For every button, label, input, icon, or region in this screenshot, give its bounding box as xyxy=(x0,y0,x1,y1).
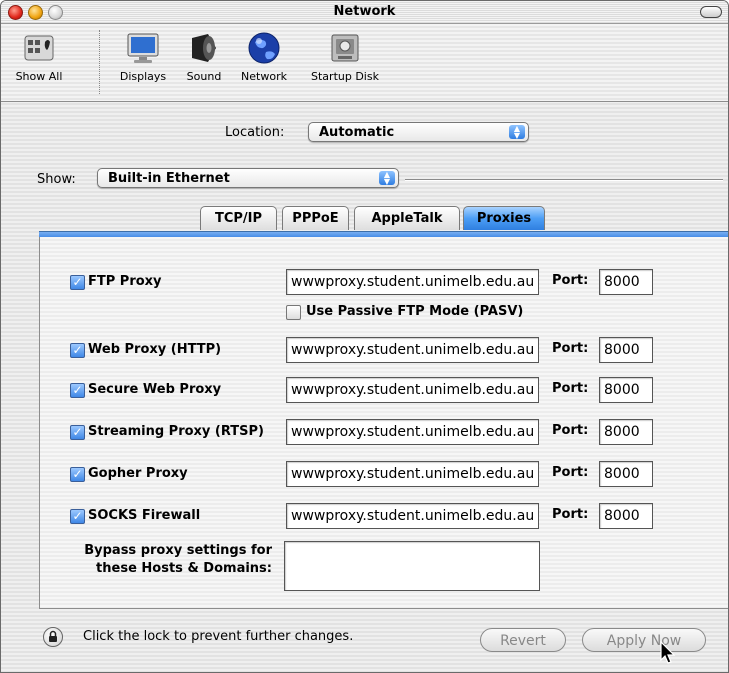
streaming-proxy-port-field[interactable]: 8000 xyxy=(599,419,653,445)
tab-label: AppleTalk xyxy=(371,211,443,226)
secure-web-proxy-checkbox[interactable]: ✓ xyxy=(70,383,85,398)
ftp-proxy-checkbox[interactable]: ✓ xyxy=(70,275,85,290)
toolbar-label: Startup Disk xyxy=(311,70,379,83)
web-proxy-host-field[interactable]: wwwproxy.student.unimelb.edu.au xyxy=(286,337,539,363)
toolbar: Show All Displays Sound Network Startup … xyxy=(1,24,728,102)
bypass-label: Bypass proxy settings for these Hosts & … xyxy=(40,542,272,578)
ftp-proxy-label: FTP Proxy xyxy=(88,274,162,289)
window-title: Network xyxy=(333,4,396,19)
port-label: Port: xyxy=(552,273,589,288)
port-label: Port: xyxy=(552,381,589,396)
ftp-proxy-port-field[interactable]: 8000 xyxy=(599,269,653,295)
ftp-proxy-host-field[interactable]: wwwproxy.student.unimelb.edu.au xyxy=(286,269,539,295)
display-icon xyxy=(127,33,159,63)
port-label: Port: xyxy=(552,423,589,438)
toolbar-label: Sound xyxy=(186,70,222,83)
secure-web-proxy-label: Secure Web Proxy xyxy=(88,382,222,397)
show-label: Show: xyxy=(37,172,76,187)
tab-label: TCP/IP xyxy=(214,211,263,226)
show-value: Built-in Ethernet xyxy=(108,171,230,186)
location-label: Location: xyxy=(225,125,285,140)
gopher-proxy-checkbox[interactable]: ✓ xyxy=(70,467,85,482)
socks-firewall-host-field[interactable]: wwwproxy.student.unimelb.edu.au xyxy=(286,503,539,529)
show-all-icon xyxy=(24,35,54,61)
toolbar-toggle-button[interactable] xyxy=(700,6,722,18)
show-popup[interactable]: Built-in Ethernet ▲ ▼ xyxy=(97,168,399,188)
toolbar-displays[interactable]: Displays xyxy=(113,30,173,83)
proxy-row-gopher: ✓ Gopher Proxy wwwproxy.student.unimelb.… xyxy=(40,459,728,491)
divider-line xyxy=(405,179,723,181)
bypass-hosts-field[interactable] xyxy=(284,541,540,591)
lock-status-text: Click the lock to prevent further change… xyxy=(83,629,354,644)
lock-button[interactable] xyxy=(43,627,63,647)
web-proxy-checkbox[interactable]: ✓ xyxy=(70,343,85,358)
proxy-row-streaming: ✓ Streaming Proxy (RTSP) wwwproxy.studen… xyxy=(40,417,728,449)
toolbar-network[interactable]: Network xyxy=(235,30,293,83)
popup-arrows-icon: ▲ ▼ xyxy=(509,125,525,140)
toolbar-label: Show All xyxy=(15,70,63,83)
speaker-icon xyxy=(192,34,216,62)
socks-firewall-checkbox[interactable]: ✓ xyxy=(70,509,85,524)
location-value: Automatic xyxy=(319,125,395,140)
pasv-row: ✓ Use Passive FTP Mode (PASV) xyxy=(40,301,728,333)
web-proxy-port-field[interactable]: 8000 xyxy=(599,337,653,363)
pasv-label: Use Passive FTP Mode (PASV) xyxy=(306,304,524,319)
gopher-proxy-port-field[interactable]: 8000 xyxy=(599,461,653,487)
socks-firewall-port-field[interactable]: 8000 xyxy=(599,503,653,529)
toolbar-sound[interactable]: Sound xyxy=(181,30,227,83)
bypass-label-line2: these Hosts & Domains: xyxy=(96,561,272,576)
lock-icon xyxy=(49,630,57,642)
proxy-row-ftp: ✓ FTP Proxy wwwproxy.student.unimelb.edu… xyxy=(40,267,728,299)
streaming-proxy-host-field[interactable]: wwwproxy.student.unimelb.edu.au xyxy=(286,419,539,445)
bypass-label-line1: Bypass proxy settings for xyxy=(84,543,272,558)
apply-now-button[interactable]: Apply Now xyxy=(582,628,706,652)
disk-icon xyxy=(331,34,359,62)
tab-pppoe[interactable]: PPPoE xyxy=(282,206,349,230)
toolbar-label: Displays xyxy=(119,70,167,83)
streaming-proxy-checkbox[interactable]: ✓ xyxy=(70,425,85,440)
gopher-proxy-host-field[interactable]: wwwproxy.student.unimelb.edu.au xyxy=(286,461,539,487)
tab-appletalk[interactable]: AppleTalk xyxy=(354,206,460,230)
gopher-proxy-label: Gopher Proxy xyxy=(88,466,188,481)
port-label: Port: xyxy=(552,507,589,522)
network-preferences-window: Network Show All Displays Sound Network … xyxy=(0,0,729,673)
proxy-row-secure-web: ✓ Secure Web Proxy wwwproxy.student.unim… xyxy=(40,375,728,407)
tab-label: Proxies xyxy=(476,211,532,226)
tab-label: PPPoE xyxy=(292,211,339,226)
popup-arrows-icon: ▲ ▼ xyxy=(379,171,395,186)
secure-web-proxy-port-field[interactable]: 8000 xyxy=(599,377,653,403)
proxy-row-socks: ✓ SOCKS Firewall wwwproxy.student.unimel… xyxy=(40,501,728,533)
mouse-pointer-icon xyxy=(660,641,676,664)
port-label: Port: xyxy=(552,341,589,356)
proxies-panel: ✓ FTP Proxy wwwproxy.student.unimelb.edu… xyxy=(39,237,728,609)
revert-button[interactable]: Revert xyxy=(480,628,566,652)
socks-firewall-label: SOCKS Firewall xyxy=(88,508,201,523)
globe-icon xyxy=(248,32,280,64)
toolbar-startup-disk[interactable]: Startup Disk xyxy=(303,30,387,83)
web-proxy-label: Web Proxy (HTTP) xyxy=(88,342,222,357)
toolbar-show-all[interactable]: Show All xyxy=(9,30,69,83)
title-bar[interactable]: Network xyxy=(1,1,728,24)
pasv-checkbox[interactable]: ✓ xyxy=(286,305,301,320)
toolbar-label: Network xyxy=(241,70,287,83)
streaming-proxy-label: Streaming Proxy (RTSP) xyxy=(88,424,264,439)
toolbar-separator xyxy=(99,30,100,94)
port-label: Port: xyxy=(552,465,589,480)
location-popup[interactable]: Automatic ▲ ▼ xyxy=(308,122,529,142)
tab-proxies[interactable]: Proxies xyxy=(463,206,545,230)
tab-tcpip[interactable]: TCP/IP xyxy=(200,206,277,230)
secure-web-proxy-host-field[interactable]: wwwproxy.student.unimelb.edu.au xyxy=(286,377,539,403)
proxy-row-web: ✓ Web Proxy (HTTP) wwwproxy.student.unim… xyxy=(40,335,728,367)
